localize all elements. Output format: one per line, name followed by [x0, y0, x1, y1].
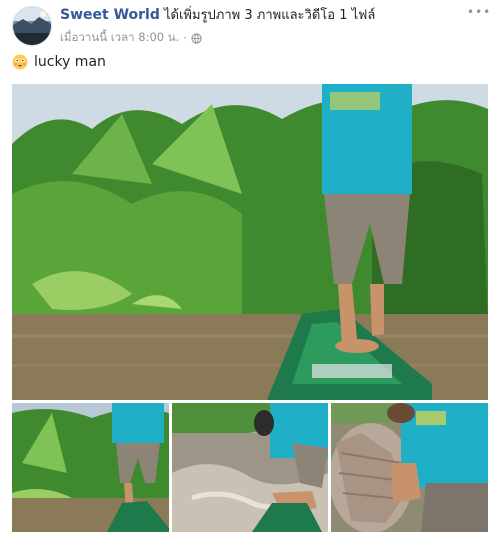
post-action-text: ได้เพิ่มรูปภาพ 3 ภาพและวิดีโอ 1 ไฟล์: [164, 8, 376, 23]
flushed-face-emoji-icon: [12, 54, 28, 70]
post-message-text: lucky man: [34, 54, 106, 70]
main-photo[interactable]: [12, 84, 488, 400]
post-timestamp[interactable]: เมื่อวานนี้ เวลา 8:00 น.: [60, 29, 179, 47]
video-thumbnail[interactable]: [331, 403, 488, 532]
post-header: Sweet World ได้เพิ่มรูปภาพ 3 ภาพและวิดีโ…: [60, 6, 480, 25]
meta-separator: ·: [183, 31, 187, 45]
more-options-button[interactable]: •••: [467, 6, 490, 22]
globe-icon[interactable]: [191, 32, 202, 44]
photo-thumbnail-2[interactable]: [172, 403, 328, 532]
post-message: lucky man: [12, 53, 106, 71]
author-name[interactable]: Sweet World: [60, 7, 160, 23]
ellipsis-icon: •••: [467, 5, 492, 19]
photo-thumbnail-1[interactable]: [12, 403, 169, 532]
post-meta: เมื่อวานนี้ เวลา 8:00 น. ·: [60, 29, 202, 47]
facebook-post: Sweet World ได้เพิ่มรูปภาพ 3 ภาพและวิดีโ…: [0, 0, 499, 533]
page-avatar[interactable]: [12, 6, 52, 46]
